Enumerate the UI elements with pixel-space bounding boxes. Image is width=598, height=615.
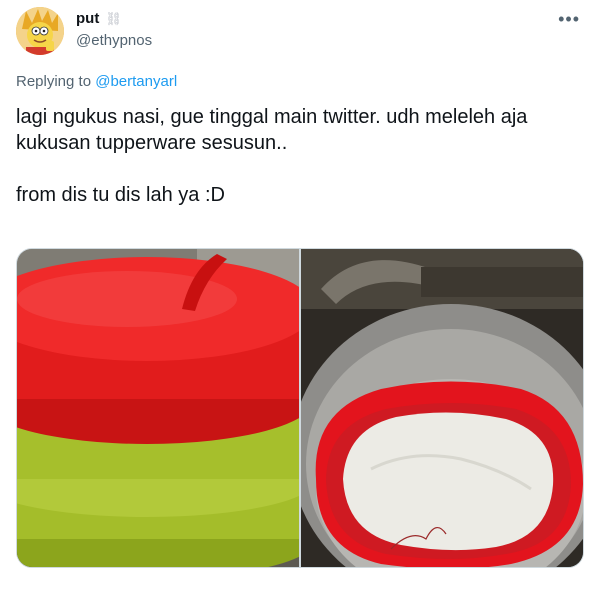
more-horizontal-icon[interactable]: ••• <box>558 10 580 28</box>
avatar-cartoon-icon <box>16 7 64 55</box>
author-handle[interactable]: @ethypnos <box>76 32 152 49</box>
reply-target-link[interactable]: @bertanyarl <box>95 73 177 90</box>
media-grid <box>16 248 584 568</box>
replying-to: Replying to @bertanyarl <box>16 73 177 90</box>
tweet-text: lagi ngukus nasi, gue tinggal main twitt… <box>16 106 528 206</box>
author-name-row[interactable]: put ⛓ <box>76 10 122 27</box>
melted-steamer-image <box>301 249 583 567</box>
avatar[interactable] <box>16 7 64 55</box>
photo-melted-steamer-in-pot[interactable] <box>301 249 583 567</box>
display-name[interactable]: put <box>76 10 99 27</box>
chain-icon: ⛓ <box>105 10 121 26</box>
stacked-steamer-image <box>17 249 299 567</box>
tweet-card: put ⛓ @ethypnos ••• Replying to @bertany… <box>0 0 598 615</box>
replying-to-label: Replying to <box>16 73 96 90</box>
photo-stacked-tupperware-steamer[interactable] <box>17 249 299 567</box>
